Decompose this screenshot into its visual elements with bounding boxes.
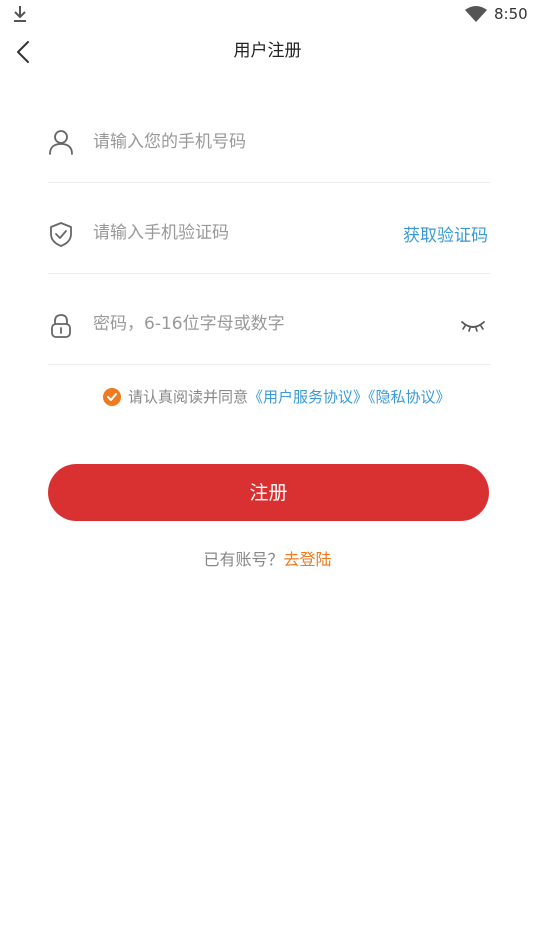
- page-title: 用户注册: [233, 41, 302, 61]
- status-time: 8:50: [494, 5, 528, 23]
- get-code-button[interactable]: 获取验证码: [403, 221, 488, 246]
- login-prompt: 已有账号？去登陆: [0, 546, 535, 570]
- phone-row: [48, 91, 490, 183]
- phone-input[interactable]: [93, 127, 473, 157]
- nav-bar: 用户注册: [0, 28, 535, 76]
- agreement-text: 请认真阅读并同意《用户服务协议》《隐私协议》: [128, 386, 451, 408]
- check-icon: [107, 393, 117, 401]
- go-login-link[interactable]: 去登陆: [284, 550, 332, 569]
- back-button[interactable]: [10, 38, 38, 66]
- wifi-icon: [465, 6, 487, 22]
- lock-icon: [51, 314, 71, 338]
- download-icon: [14, 6, 26, 22]
- password-row: [48, 273, 490, 365]
- status-bar: 8:50: [0, 0, 535, 28]
- code-row: 获取验证码: [48, 182, 490, 274]
- agreement-checkbox[interactable]: [103, 388, 121, 406]
- user-icon: [49, 130, 73, 155]
- verification-code-input[interactable]: [93, 218, 353, 248]
- user-agreement-link[interactable]: 《用户服务协议》: [248, 388, 368, 406]
- password-input[interactable]: [93, 309, 433, 339]
- login-prompt-text: 已有账号？: [203, 550, 284, 569]
- privacy-policy-link[interactable]: 《隐私协议》: [368, 388, 451, 406]
- shield-check-icon: [50, 222, 72, 247]
- register-button[interactable]: 注册: [48, 464, 489, 521]
- eye-closed-icon[interactable]: [460, 318, 486, 336]
- agreement-prefix: 请认真阅读并同意: [128, 388, 249, 406]
